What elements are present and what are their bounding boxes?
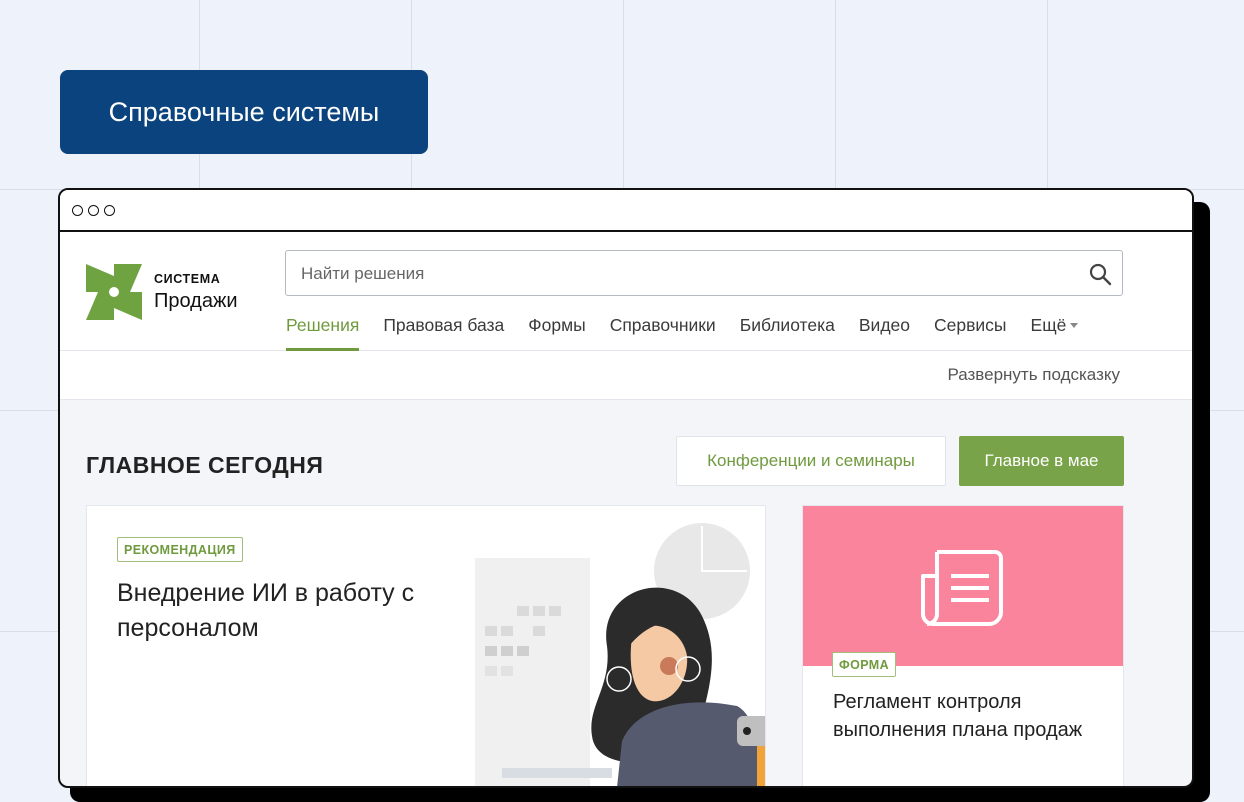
conferences-button[interactable]: Конференции и семинары <box>676 436 946 486</box>
window-titlebar <box>60 190 1192 232</box>
nav-item-solutions[interactable]: Решения <box>286 304 360 351</box>
logo-icon[interactable] <box>84 262 144 322</box>
newspaper-icon <box>921 550 1003 626</box>
browser-window: СИСТЕМА Продажи Решения Правовая база Фо… <box>58 188 1194 788</box>
hint-bar: Развернуть подсказку <box>60 351 1192 400</box>
recommendation-badge: РЕКОМЕНДАЦИЯ <box>117 537 243 562</box>
nav-more-label: Ещё <box>1030 315 1067 335</box>
site-header: СИСТЕМА Продажи Решения Правовая база Фо… <box>60 232 1192 351</box>
nav-item-legal-base[interactable]: Правовая база <box>383 304 504 350</box>
main-in-may-button[interactable]: Главное в мае <box>959 436 1124 486</box>
nav-item-video[interactable]: Видео <box>859 304 910 350</box>
expand-hint-link[interactable]: Развернуть подсказку <box>947 365 1120 385</box>
banner-label: Справочные системы <box>60 70 428 154</box>
chevron-down-icon <box>1070 323 1079 328</box>
window-dot-icon[interactable] <box>104 204 115 216</box>
main-nav: Решения Правовая база Формы Справочники … <box>286 304 1102 351</box>
search-icon[interactable] <box>1088 262 1112 286</box>
brand-line-1: СИСТЕМА <box>154 272 221 286</box>
featured-card-title[interactable]: Внедрение ИИ в работу с персоналом <box>117 576 437 646</box>
featured-card[interactable]: РЕКОМЕНДАЦИЯ Внедрение ИИ в работу с пер… <box>86 505 766 786</box>
nav-item-more[interactable]: Ещё <box>1031 304 1079 350</box>
nav-item-library[interactable]: Библиотека <box>740 304 835 350</box>
form-card-title[interactable]: Регламент контроля выполнения плана прод… <box>833 688 1103 744</box>
brand-line-2: Продажи <box>154 290 238 312</box>
window-dot-icon[interactable] <box>88 204 99 216</box>
window-dot-icon[interactable] <box>72 204 83 216</box>
form-badge: ФОРМА <box>832 652 897 677</box>
woman-at-desk-illustration <box>475 523 765 786</box>
nav-item-handbooks[interactable]: Справочники <box>610 304 716 350</box>
section-title: ГЛАВНОЕ СЕГОДНЯ <box>86 452 324 478</box>
nav-item-forms[interactable]: Формы <box>528 304 585 350</box>
search-input[interactable] <box>286 251 1083 297</box>
search-box <box>285 250 1123 297</box>
form-card[interactable]: ФОРМА Регламент контроля выполнения план… <box>802 505 1124 786</box>
nav-item-services[interactable]: Сервисы <box>934 304 1007 350</box>
